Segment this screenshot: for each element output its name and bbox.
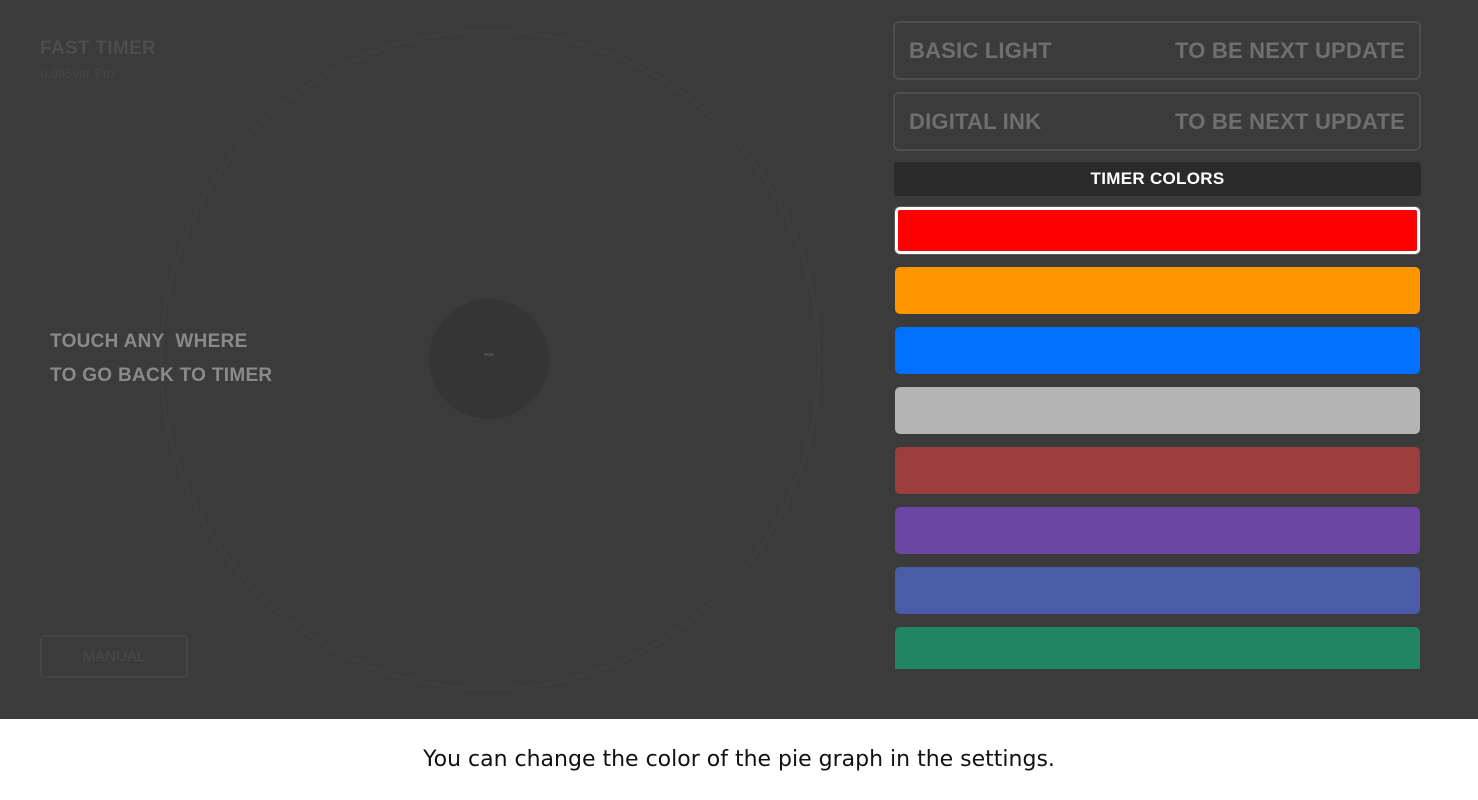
caption: You can change the color of the pie grap… (0, 719, 1478, 800)
color-swatch-orange[interactable] (895, 267, 1420, 314)
theme-row-basic-light[interactable]: BASIC LIGHT TO BE NEXT UPDATE (893, 21, 1421, 80)
app-screen[interactable]: FAST TIMER 0.995ver Pro TOUCH ANY WHERE … (0, 0, 1478, 719)
color-swatch-silver[interactable] (895, 387, 1420, 434)
back-hint-line-2: TO GO BACK TO TIMER (50, 365, 273, 386)
theme-name: DIGITAL INK (909, 108, 1042, 134)
theme-name: BASIC LIGHT (909, 37, 1052, 63)
app-title: FAST TIMER (40, 38, 156, 59)
color-swatch-brick[interactable] (895, 447, 1420, 494)
theme-status: TO BE NEXT UPDATE (1175, 108, 1405, 134)
color-swatch-indigo[interactable] (895, 567, 1420, 614)
color-swatch-red[interactable] (895, 207, 1420, 254)
back-hint-line-1: TOUCH ANY WHERE (50, 331, 248, 352)
timer-colors-header: TIMER COLORS (894, 162, 1421, 196)
color-swatch-purple[interactable] (895, 507, 1420, 554)
theme-status: TO BE NEXT UPDATE (1175, 37, 1405, 63)
manual-button[interactable]: MANUAL (40, 635, 188, 678)
timer-dial-hand (484, 353, 494, 356)
app-version: 0.995ver Pro (40, 66, 115, 81)
theme-row-digital-ink[interactable]: DIGITAL INK TO BE NEXT UPDATE (893, 92, 1421, 151)
timer-dial-center (429, 299, 549, 419)
color-swatch-blue[interactable] (895, 327, 1420, 374)
color-swatch-green[interactable] (895, 627, 1420, 669)
settings-panel[interactable]: BASIC LIGHT TO BE NEXT UPDATE DIGITAL IN… (893, 0, 1423, 669)
